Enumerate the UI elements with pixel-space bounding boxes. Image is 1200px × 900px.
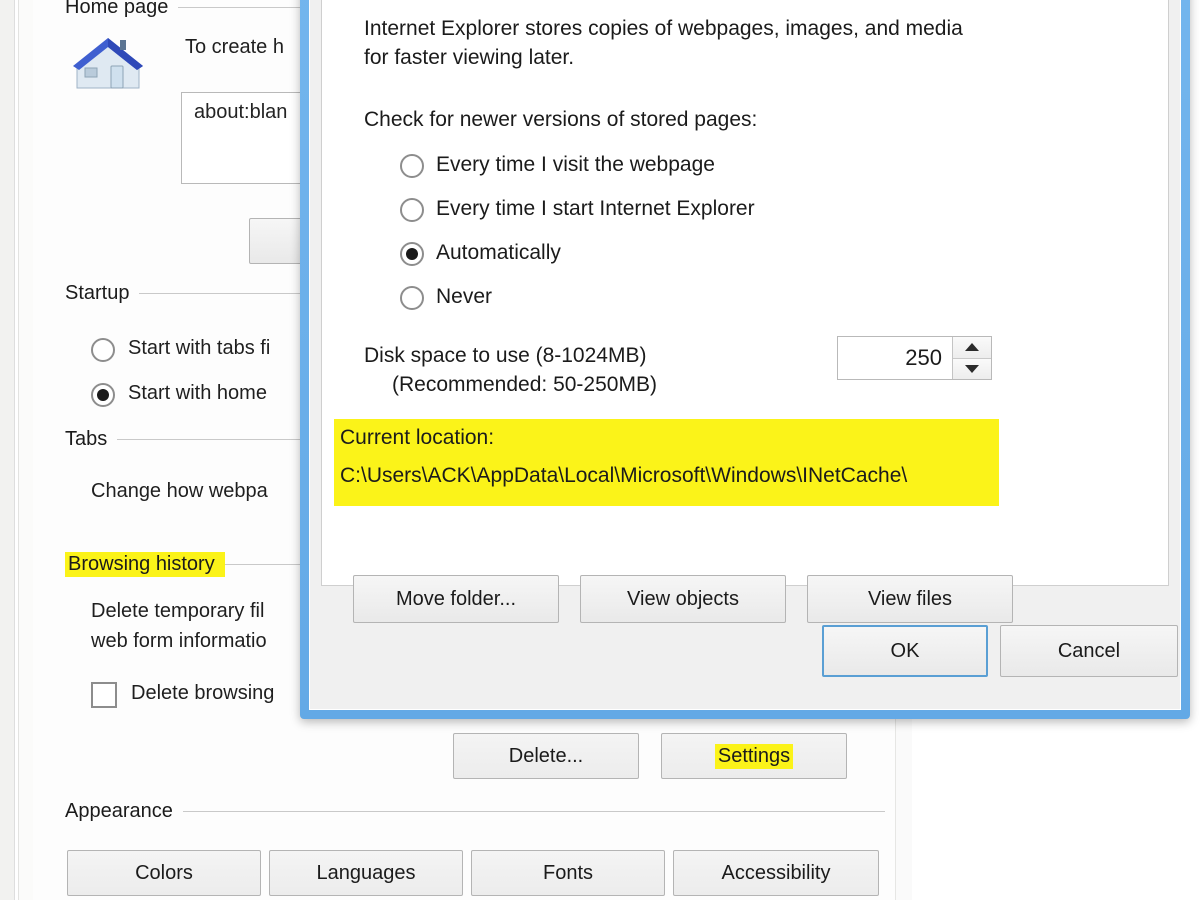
spinner-increment-button[interactable] <box>953 337 991 359</box>
dialog-footer: OK Cancel <box>310 599 1180 709</box>
chevron-up-icon <box>965 343 979 352</box>
current-location-highlight: Current location: C:\Users\ACK\AppData\L… <box>334 419 999 506</box>
delete-button[interactable]: Delete... <box>453 733 639 779</box>
current-location-label: Current location: <box>340 426 495 449</box>
radio-never-label: Never <box>436 285 493 308</box>
tabs-description: Change how webpa <box>91 480 268 502</box>
browsing-history-description-line2: web form informatio <box>91 630 267 652</box>
group-tabs-label: Tabs <box>65 428 108 450</box>
group-home-page-label: Home page <box>65 0 169 18</box>
window-frame-outer-edge <box>0 0 15 900</box>
languages-button-label: Languages <box>316 861 416 884</box>
radio-start-with-home-page[interactable] <box>91 383 115 407</box>
check-newer-versions-label: Check for newer versions of stored pages… <box>364 108 758 131</box>
browsing-history-description-line1: Delete temporary fil <box>91 600 265 622</box>
current-location-path: C:\Users\ACK\AppData\Local\Microsoft\Win… <box>340 464 908 487</box>
ok-button-label: OK <box>890 639 920 662</box>
group-appearance: Appearance <box>65 800 885 823</box>
group-browsing-history-label: Browsing history <box>65 552 225 577</box>
disk-space-label-line1: Disk space to use (8-1024MB) <box>364 344 647 367</box>
cancel-button-label: Cancel <box>1057 639 1121 662</box>
colors-button-label: Colors <box>135 861 193 884</box>
radio-every-start-label: Every time I start Internet Explorer <box>436 197 755 220</box>
cancel-button[interactable]: Cancel <box>1000 625 1178 677</box>
home-page-description: To create h <box>185 36 284 58</box>
radio-every-visit-label: Every time I visit the webpage <box>436 153 715 176</box>
website-data-settings-dialog: Internet Explorer stores copies of webpa… <box>300 0 1190 719</box>
fonts-button-label: Fonts <box>542 861 594 884</box>
home-page-address-value: about:blan <box>194 101 288 123</box>
group-startup-label: Startup <box>65 282 130 304</box>
delete-button-label: Delete... <box>508 744 584 767</box>
dialog-intro-line2: for faster viewing later. <box>364 46 575 69</box>
radio-never[interactable] <box>400 286 424 310</box>
spinner-decrement-button[interactable] <box>953 358 991 379</box>
group-rule <box>182 811 885 812</box>
settings-button-label: Settings <box>714 743 794 769</box>
house-icon <box>73 38 143 89</box>
disk-space-spinner-buttons <box>952 337 991 379</box>
radio-start-with-tabs-label: Start with tabs fi <box>128 337 271 359</box>
accessibility-button-label: Accessibility <box>721 861 831 884</box>
delete-browsing-history-checkbox[interactable] <box>91 682 117 708</box>
radio-start-with-tabs[interactable] <box>91 338 115 362</box>
radio-every-visit[interactable] <box>400 154 424 178</box>
dialog-inner-frame: Internet Explorer stores copies of webpa… <box>309 0 1181 710</box>
dialog-intro-line1: Internet Explorer stores copies of webpa… <box>364 17 963 40</box>
languages-button[interactable]: Languages <box>269 850 463 896</box>
radio-every-start[interactable] <box>400 198 424 222</box>
ok-button[interactable]: OK <box>822 625 988 677</box>
dialog-body: Internet Explorer stores copies of webpa… <box>321 0 1169 623</box>
disk-space-value[interactable]: 250 <box>838 337 952 379</box>
radio-automatically-label: Automatically <box>436 241 561 264</box>
chevron-down-icon <box>965 364 979 373</box>
delete-browsing-history-label: Delete browsing <box>131 682 275 704</box>
colors-button[interactable]: Colors <box>67 850 261 896</box>
group-appearance-label: Appearance <box>65 800 173 822</box>
radio-start-with-home-page-label: Start with home <box>128 382 267 404</box>
settings-button[interactable]: Settings <box>661 733 847 779</box>
radio-automatically[interactable] <box>400 242 424 266</box>
accessibility-button[interactable]: Accessibility <box>673 850 879 896</box>
disk-space-label-line2: (Recommended: 50-250MB) <box>392 373 657 396</box>
fonts-button[interactable]: Fonts <box>471 850 665 896</box>
disk-space-spinner[interactable]: 250 <box>837 336 992 380</box>
window-frame-inner-edge <box>18 0 34 900</box>
